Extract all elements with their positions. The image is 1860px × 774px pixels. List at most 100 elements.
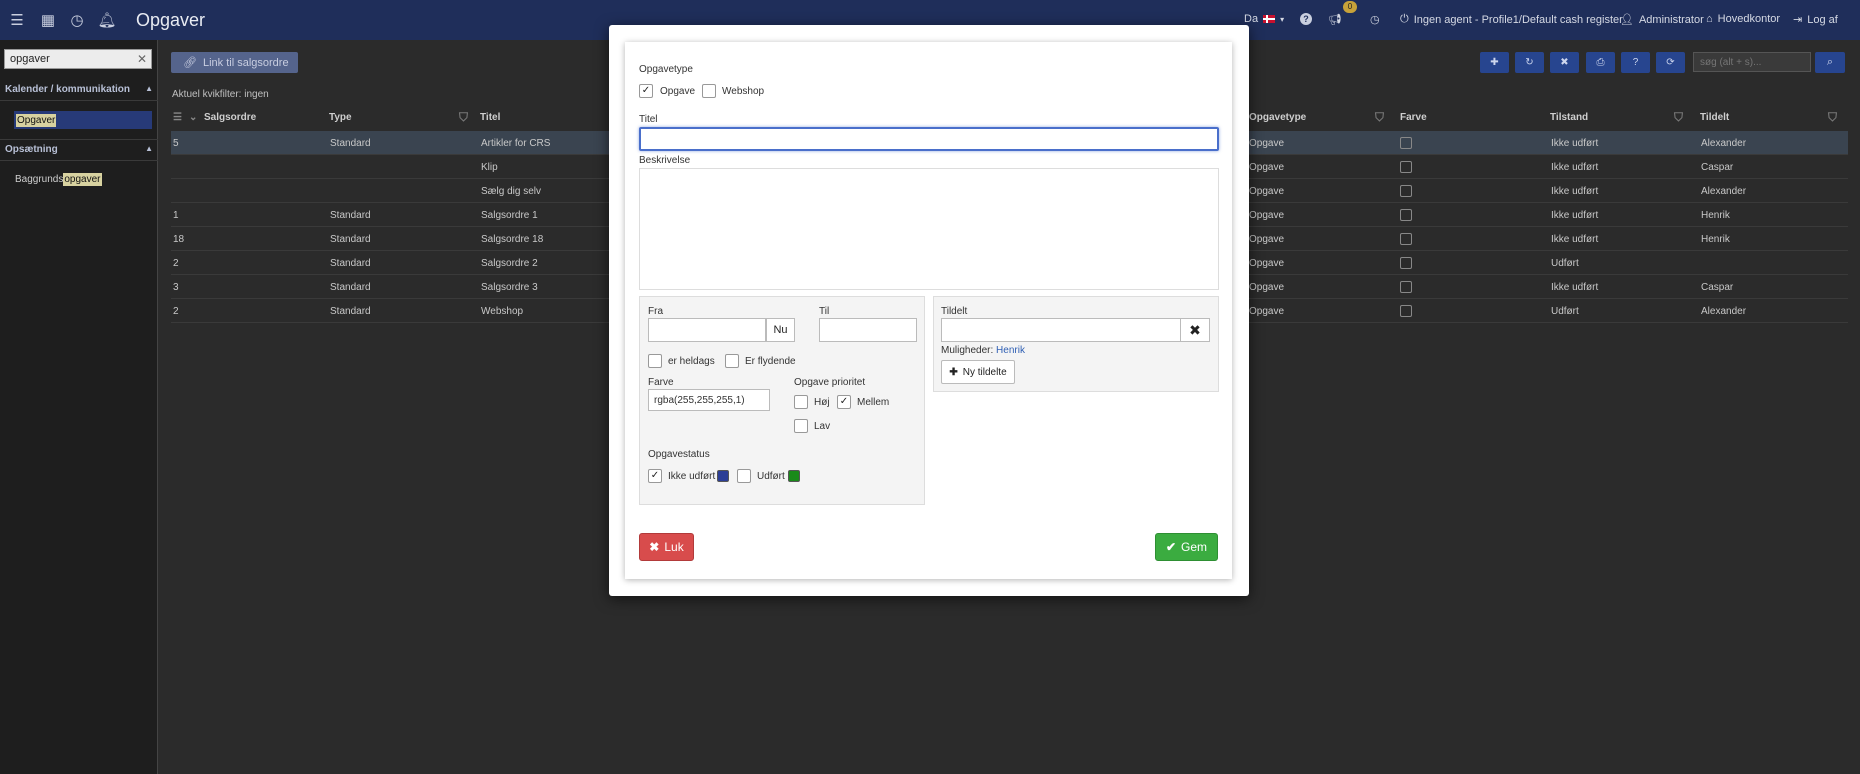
titel-input[interactable] [639,127,1219,151]
col-type[interactable]: Type [329,112,352,123]
menu-search: ✕ [4,49,152,69]
search-button[interactable]: ⌕ [1815,52,1845,73]
udfort-checkbox[interactable] [737,469,751,483]
chevron-down-icon[interactable]: ⌄ [189,112,197,123]
reload-button[interactable]: ⟳ [1656,52,1685,73]
nu-button[interactable]: Nu [766,318,795,342]
help-icon[interactable]: ? [1300,13,1312,25]
plus-icon: ✚ [949,366,958,378]
grid-search-input[interactable] [1694,53,1810,71]
heldags-label: er heldags [668,356,715,367]
ikke-udfort-color [717,470,729,482]
location-menu[interactable]: ⌂ Hovedkontor [1706,13,1780,25]
ny-tildelte-button[interactable]: ✚ Ny tildelte [941,360,1015,384]
color-checkbox [1400,281,1412,293]
color-checkbox [1400,233,1412,245]
tildelt-input[interactable] [941,318,1181,342]
filter-icon[interactable]: ⛉ [1375,110,1384,125]
col-tilstand[interactable]: Tilstand [1550,112,1588,123]
divider [0,160,158,161]
opgave-checkbox[interactable]: ✓ [639,84,653,98]
ikke-udfort-checkbox[interactable]: ✓ [648,469,662,483]
divider [0,100,158,101]
til-label: Til [819,306,830,317]
logout-icon: ⇥ [1793,14,1803,26]
help-icon: ? [1632,57,1639,68]
muligheder: Muligheder: Henrik [941,345,1025,356]
webshop-label: Webshop [722,86,765,97]
lav-checkbox[interactable] [794,419,808,433]
ikke-udfort-label: Ikke udført [668,471,716,482]
col-titel[interactable]: Titel [480,112,500,123]
farve-input[interactable] [648,389,770,411]
user-menu[interactable]: 👤︎ Administrator [1620,13,1704,27]
megaphone-icon[interactable]: 📢︎ [1328,13,1342,26]
sidebar-section-calendar[interactable]: Kalender / kommunikation ▲ [5,84,155,95]
col-tildelt[interactable]: Tildelt [1700,112,1729,123]
mellem-checkbox[interactable]: ✓ [837,395,851,409]
heldags-checkbox[interactable] [648,354,662,368]
clock-icon[interactable]: ◷ [68,11,86,29]
sync-icon: ⟳ [1666,57,1675,68]
lav-label: Lav [814,421,831,432]
opgavetype-label: Opgavetype [639,64,693,75]
chevron-down-icon: ▾ [1280,14,1285,24]
sidebar-section-setup[interactable]: Opsætning ▲ [5,144,155,155]
hoj-checkbox[interactable] [794,395,808,409]
power-icon: ⏻ [1400,13,1409,25]
color-checkbox [1400,161,1412,173]
menu-search-input[interactable] [5,50,125,68]
calculator-icon[interactable]: ▦ [39,11,57,29]
user-icon: 👤︎ [1620,14,1634,26]
sidebar-item-opgaver[interactable]: Opgaver [14,111,152,129]
refresh-icon: ↻ [1525,57,1534,68]
til-input[interactable] [819,318,917,342]
check-icon: ✔ [1165,540,1177,554]
filter-icon[interactable]: ⛉ [1674,110,1683,125]
color-checkbox [1400,209,1412,221]
beskrivelse-label: Beskrivelse [639,155,691,166]
color-checkbox [1400,137,1412,149]
add-button[interactable]: ✚ [1480,52,1509,73]
flydende-checkbox[interactable] [725,354,739,368]
help-button[interactable]: ? [1621,52,1650,73]
filter-icon[interactable]: ⛉ [459,110,468,125]
list-icon[interactable]: ☰ [173,112,182,123]
clear-assign-button[interactable]: ✖ [1180,318,1210,342]
status-label: Opgavestatus [648,449,710,460]
print-button[interactable]: ⎙ [1586,52,1615,73]
col-farve[interactable]: Farve [1400,112,1427,123]
grid-search [1693,52,1811,72]
muligheder-link[interactable]: Henrik [996,345,1025,356]
filter-icon[interactable]: ⛉ [1828,110,1837,125]
link-salgsordre-button[interactable]: 🔗︎ Link til salgsordre [171,52,298,73]
clear-search-icon[interactable]: ✕ [137,52,147,66]
agent-status[interactable]: ⏻ Ingen agent - Profile1/Default cash re… [1400,13,1623,26]
col-salgsordre[interactable]: Salgsordre [204,112,256,123]
col-opgavetype[interactable]: Opgavetype [1249,112,1306,123]
refresh-item-button[interactable]: ↻ [1515,52,1544,73]
fra-input[interactable] [648,318,766,342]
color-checkbox [1400,185,1412,197]
sidebar: ✕ Kalender / kommunikation ▲ Opgaver Ops… [0,40,158,774]
history-icon[interactable]: ◷ [1370,13,1380,26]
farve-label: Farve [648,377,674,388]
print-icon: ⎙ [1596,57,1605,68]
mellem-label: Mellem [857,397,890,408]
home-icon: ⌂ [1706,13,1713,25]
close-button[interactable]: ✖ Luk [639,533,694,561]
menu-icon[interactable]: ☰ [8,11,26,29]
beskrivelse-textarea[interactable] [639,168,1219,290]
sidebar-item-baggrundsopgaver[interactable]: Baggrundsopgaver [15,173,102,186]
delete-button[interactable]: ✖ [1550,52,1579,73]
bell-icon[interactable]: 🔔︎ [97,11,116,29]
logout-link[interactable]: ⇥ Log af [1793,13,1838,27]
webshop-checkbox[interactable] [702,84,716,98]
tildelt-label: Tildelt [941,306,968,317]
prioritet-label: Opgave prioritet [794,377,866,388]
language-selector[interactable]: Da ▾ [1244,13,1284,25]
save-button[interactable]: ✔ Gem [1155,533,1218,561]
notification-badge: 0 [1343,1,1357,13]
chevron-up-icon: ▲ [145,144,153,153]
link-icon: 🔗︎ [183,57,197,69]
